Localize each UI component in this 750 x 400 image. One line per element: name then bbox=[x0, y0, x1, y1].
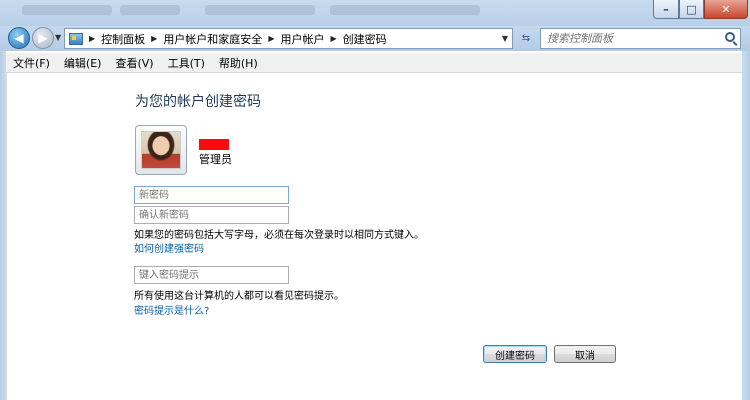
strong-password-link[interactable]: 如何创建强密码 bbox=[134, 240, 204, 255]
address-bar[interactable]: ▶ 控制面板 ▶ 用户帐户和家庭安全 ▶ 用户帐户 ▶ 创建密码 ▼ bbox=[64, 28, 513, 49]
confirm-password-input[interactable] bbox=[135, 207, 288, 223]
blurred-title bbox=[120, 5, 180, 15]
blurred-title bbox=[205, 5, 315, 15]
hint-note: 所有使用这台计算机的人都可以看见密码提示。 bbox=[134, 291, 344, 302]
confirm-password-field[interactable] bbox=[134, 206, 289, 224]
breadcrumb-separator-icon[interactable]: ▶ bbox=[151, 34, 157, 43]
new-password-field[interactable] bbox=[134, 186, 289, 204]
search-box[interactable] bbox=[540, 28, 741, 49]
caps-note: 如果您的密码包括大写字母，必须在每次登录时以相同方式键入。 bbox=[134, 230, 424, 241]
menu-edit[interactable]: 编辑(E) bbox=[57, 55, 109, 71]
breadcrumb-control-panel[interactable]: 控制面板 bbox=[101, 31, 145, 47]
search-icon[interactable] bbox=[725, 32, 735, 42]
create-password-button[interactable]: 创建密码 bbox=[483, 345, 547, 363]
password-hint-link[interactable]: 密码提示是什么? bbox=[134, 302, 209, 317]
menu-bar: 文件(F) 编辑(E) 查看(V) 工具(T) 帮助(H) bbox=[6, 53, 742, 73]
forward-button[interactable]: ▶ bbox=[32, 27, 54, 49]
address-dropdown-icon[interactable]: ▼ bbox=[502, 34, 508, 43]
breadcrumb-user-accounts-family-safety[interactable]: 用户帐户和家庭安全 bbox=[163, 31, 262, 47]
password-hint-input[interactable] bbox=[135, 267, 288, 283]
menu-tools[interactable]: 工具(T) bbox=[161, 55, 212, 71]
breadcrumb-user-accounts[interactable]: 用户帐户 bbox=[280, 31, 324, 47]
avatar bbox=[135, 125, 187, 175]
main-content: 为您的帐户创建密码 管理员 如果您的密码包括大写字母，必须在每次登录时以相同方式… bbox=[6, 73, 742, 400]
recent-pages-dropdown-icon[interactable]: ▼ bbox=[55, 33, 61, 42]
page-title: 为您的帐户创建密码 bbox=[135, 94, 261, 110]
menu-view[interactable]: 查看(V) bbox=[108, 55, 160, 71]
breadcrumb-separator-icon[interactable]: ▶ bbox=[330, 34, 336, 43]
close-button[interactable]: ✕ bbox=[704, 0, 748, 19]
minimize-button[interactable]: – bbox=[653, 0, 679, 19]
breadcrumb-separator-icon[interactable]: ▶ bbox=[89, 34, 95, 43]
cancel-button[interactable]: 取消 bbox=[554, 345, 616, 363]
breadcrumb-create-password[interactable]: 创建密码 bbox=[343, 31, 387, 47]
window-frame-right bbox=[742, 26, 750, 400]
refresh-icon[interactable]: ⇆ bbox=[516, 29, 536, 48]
breadcrumb-separator-icon[interactable]: ▶ bbox=[268, 34, 274, 43]
window-controls: – □ ✕ bbox=[653, 0, 748, 19]
new-password-input[interactable] bbox=[135, 187, 288, 203]
blurred-title bbox=[22, 5, 112, 15]
back-button[interactable]: ◀ bbox=[8, 27, 30, 49]
search-input[interactable] bbox=[541, 32, 711, 45]
breadcrumb: ▶ 控制面板 ▶ 用户帐户和家庭安全 ▶ 用户帐户 ▶ 创建密码 bbox=[83, 31, 387, 47]
redacted-user-name bbox=[199, 139, 229, 150]
account-type-label: 管理员 bbox=[199, 153, 232, 166]
menu-file[interactable]: 文件(F) bbox=[6, 55, 57, 71]
user-picture bbox=[141, 131, 181, 169]
menu-help[interactable]: 帮助(H) bbox=[212, 55, 265, 71]
blurred-title bbox=[330, 5, 480, 15]
control-panel-icon bbox=[69, 32, 83, 45]
navigation-bar: ◀ ▶ ▼ ▶ 控制面板 ▶ 用户帐户和家庭安全 ▶ 用户帐户 ▶ 创建密码 ▼… bbox=[0, 26, 750, 51]
title-bar: – □ ✕ bbox=[0, 0, 750, 26]
maximize-button[interactable]: □ bbox=[679, 0, 704, 19]
password-hint-field[interactable] bbox=[134, 266, 289, 284]
